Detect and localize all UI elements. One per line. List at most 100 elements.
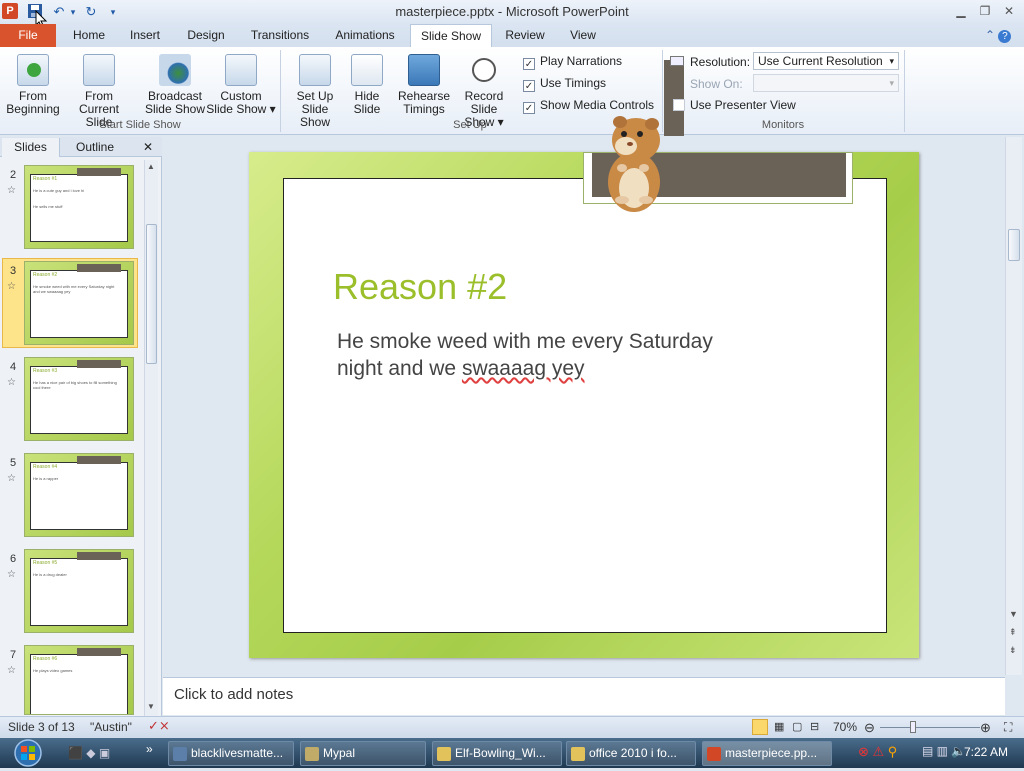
slide-sorter-icon[interactable]: ▦	[774, 720, 784, 733]
tab-review[interactable]: Review	[500, 24, 550, 47]
tab-outline[interactable]: Outline	[62, 138, 128, 157]
slide-thumbnail[interactable]: Reason #1 He is a cute guy and i love hi H…	[24, 165, 134, 249]
slide-number: 7	[10, 649, 17, 661]
normal-view-icon[interactable]	[752, 719, 768, 735]
tab-transitions[interactable]: Transitions	[244, 24, 316, 47]
help-icon[interactable]: ⌃ ?	[985, 28, 1012, 43]
ribbon-separator	[280, 50, 281, 132]
spell-check-icon[interactable]: ✓⨯	[148, 718, 170, 734]
fit-to-window-icon[interactable]: ⛶	[1004, 720, 1012, 735]
taskbar-item[interactable]: Elf-Bowling_Wi...	[432, 741, 562, 766]
thumb-title: Reason #6	[33, 656, 58, 662]
play-narrations-checkbox[interactable]: ✓ Play Narrations	[523, 54, 622, 70]
broadcast-slide-show-button[interactable]: Broadcast Slide Show	[144, 54, 206, 116]
thumb-text: He smoke weed with me every Saturday nig…	[33, 284, 115, 294]
tab-view[interactable]: View	[560, 24, 606, 47]
setup-slideshow-icon	[299, 54, 331, 86]
record-label-1: Record Slide	[464, 89, 504, 116]
zoom-in-icon[interactable]: ⊕	[980, 720, 991, 736]
slide-thumbnail[interactable]: Reason #5 He is a drug dealer	[24, 549, 134, 633]
editor-scrollbar[interactable]: ▼ ⇞ ⇟	[1005, 137, 1022, 675]
slideshow-current-icon	[83, 54, 115, 86]
start-button[interactable]	[10, 738, 50, 768]
resolution-value: Use Current Resolution	[758, 54, 883, 68]
tab-slide-show[interactable]: Slide Show	[410, 24, 492, 47]
zoom-level[interactable]: 70%	[833, 720, 857, 734]
slide-thumbnail[interactable]: Reason #3 He has a nice pair of big shoes…	[24, 357, 134, 441]
quick-launch-icons[interactable]: ⬛ ◆ ▣	[68, 746, 110, 760]
zoom-slider-thumb[interactable]	[910, 721, 916, 733]
set-up-group-label: Set Up	[453, 119, 487, 131]
thumb-text: He is a cute guy and i love hi	[33, 188, 85, 193]
close-window-icon[interactable]: ✕	[998, 2, 1020, 20]
resolution-label: Resolution:	[690, 55, 751, 69]
animation-star-icon: ☆	[7, 377, 16, 388]
set-up-slide-show-button[interactable]: Set Up Slide Show	[286, 54, 344, 129]
checkmark-icon: ✓	[523, 80, 535, 92]
taskbar-item-label: office 2010 i fo...	[589, 746, 677, 760]
tab-design[interactable]: Design	[178, 24, 234, 47]
taskbar-item[interactable]: office 2010 i fo...	[566, 741, 696, 766]
slide-body-text[interactable]: He smoke weed with me every Saturday nig…	[337, 328, 807, 382]
taskbar-item-active[interactable]: masterpiece.pp...	[702, 741, 832, 766]
checkmark-icon: ✓	[523, 102, 535, 114]
tab-file[interactable]: File	[0, 24, 56, 47]
hide-slide-button[interactable]: Hide Slide	[348, 54, 386, 116]
slideshow-view-icon[interactable]: ⊟	[810, 720, 819, 733]
next-slide-icon[interactable]: ⇟	[1009, 645, 1017, 656]
taskbar-item[interactable]: Mypal	[300, 741, 426, 766]
slide-title[interactable]: Reason #2	[333, 266, 507, 308]
minimize-icon[interactable]: ▁	[950, 2, 972, 20]
rehearse-timings-button[interactable]: Rehearse Timings	[396, 54, 452, 116]
taskbar-item-label: Elf-Bowling_Wi...	[455, 746, 546, 760]
scroll-down-icon[interactable]: ▼	[1009, 609, 1018, 619]
monitor-icon	[670, 56, 684, 66]
animation-star-icon: ☆	[7, 665, 16, 676]
thumb-text: He is a rapper	[33, 476, 59, 481]
scroll-up-icon[interactable]: ▲	[147, 162, 155, 171]
resolution-dropdown[interactable]: Use Current Resolution ▾	[753, 52, 899, 70]
record-slide-show-button[interactable]: Record Slide Show ▾	[452, 54, 516, 129]
previous-slide-icon[interactable]: ⇞	[1009, 627, 1017, 638]
slide-thumbnail[interactable]: Reason #2 He smoke weed with me every Sat…	[24, 261, 134, 345]
slide-thumbnail[interactable]: Reason #6 He plays video games	[24, 645, 134, 715]
quick-launch-more-icon[interactable]: »	[146, 742, 153, 756]
from-beginning-button[interactable]: From Beginning	[4, 54, 62, 116]
from-current-slide-button[interactable]: From Current Slide	[64, 54, 134, 129]
scroll-down-icon[interactable]: ▼	[147, 702, 155, 711]
slide-content-area	[283, 178, 887, 633]
scroll-thumb[interactable]	[146, 224, 157, 364]
thumb-title: Reason #4	[33, 464, 58, 470]
show-on-label: Show On:	[690, 77, 743, 91]
restore-icon[interactable]: ❐	[974, 2, 996, 20]
close-pane-icon[interactable]: ✕	[140, 138, 156, 157]
hide-slide-icon	[351, 54, 383, 86]
notes-placeholder[interactable]: Click to add notes	[174, 686, 293, 703]
use-timings-label: Use Timings	[540, 76, 607, 90]
use-presenter-view-checkbox[interactable]: Use Presenter View	[673, 98, 796, 112]
tray-icons[interactable]: ⊗ ⚠ ⚲	[858, 744, 897, 760]
tab-home[interactable]: Home	[62, 24, 116, 47]
tab-insert[interactable]: Insert	[120, 24, 170, 47]
reading-view-icon[interactable]: ▢	[792, 720, 802, 733]
clock[interactable]: 7:22 AM	[964, 745, 1008, 759]
body-text-segment: night and we	[337, 357, 462, 380]
network-volume-icons[interactable]: ▤ ▥ 🔈	[922, 744, 966, 758]
checkmark-icon: ✓	[523, 58, 535, 70]
zoom-out-icon[interactable]: ⊖	[864, 720, 875, 736]
custom-slide-show-button[interactable]: Custom Slide Show ▾	[206, 54, 276, 116]
use-timings-checkbox[interactable]: ✓ Use Timings	[523, 76, 606, 92]
zoom-slider[interactable]	[880, 727, 980, 728]
monitors-group-label: Monitors	[761, 119, 805, 131]
window-title: masterpiece.pptx - Microsoft PowerPoint	[395, 4, 629, 19]
thumb-title: Reason #2	[33, 272, 58, 278]
slides-scrollbar[interactable]: ▲ ▼	[144, 160, 158, 716]
tab-animations[interactable]: Animations	[328, 24, 402, 47]
taskbar-item[interactable]: blacklivesmatte...	[168, 741, 294, 766]
show-on-dropdown[interactable]: ▾	[753, 74, 899, 92]
hamster-image[interactable]	[600, 110, 670, 214]
scroll-thumb[interactable]	[1008, 229, 1020, 261]
tab-slides[interactable]: Slides	[2, 138, 60, 157]
slide-thumbnail[interactable]: Reason #4 He is a rapper	[24, 453, 134, 537]
theme-status: "Austin"	[90, 720, 132, 734]
